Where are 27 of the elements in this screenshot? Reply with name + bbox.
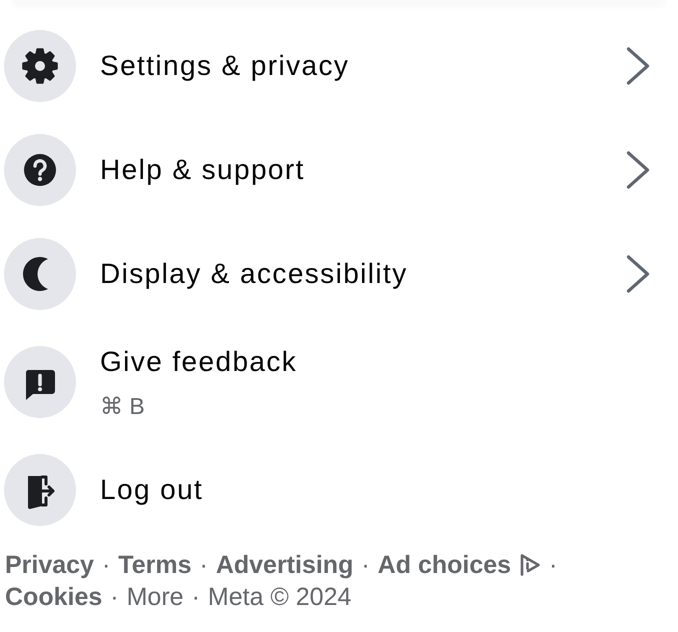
footer-link[interactable]: Advertising — [216, 550, 354, 580]
moon-icon — [4, 238, 76, 310]
exclamation-bubble-icon — [4, 346, 76, 418]
separator-dot: · — [549, 550, 558, 580]
triangle-info-icon — [519, 553, 542, 577]
footer-link[interactable]: Privacy — [5, 550, 94, 580]
chevron-right-icon — [626, 47, 650, 85]
question-icon — [4, 134, 76, 206]
footer-link[interactable]: Cookies — [5, 582, 102, 612]
separator-dot: · — [361, 550, 370, 580]
separator-dot: · — [199, 550, 208, 580]
menu-item[interactable]: Display & accessibility — [100, 254, 408, 294]
copyright-text: Meta © 2024 — [208, 582, 352, 612]
footer-link[interactable]: Ad choices — [378, 550, 542, 580]
gear-icon — [4, 30, 76, 102]
menu-item[interactable]: Help & support — [100, 150, 305, 190]
menu-item[interactable]: Give feedback — [100, 342, 298, 382]
menu-item[interactable]: Settings & privacy — [100, 46, 350, 86]
separator-dot: · — [102, 550, 110, 580]
separator-dot: · — [110, 582, 119, 612]
menu-item[interactable]: Log out — [100, 470, 204, 510]
footer-link[interactable]: Terms — [118, 550, 192, 580]
keyboard-shortcut: ⌘ B — [100, 392, 145, 421]
chevron-right-icon — [626, 151, 650, 189]
chevron-right-icon — [626, 255, 650, 293]
footer-link[interactable]: More — [126, 582, 184, 612]
separator-dot: · — [192, 582, 200, 612]
